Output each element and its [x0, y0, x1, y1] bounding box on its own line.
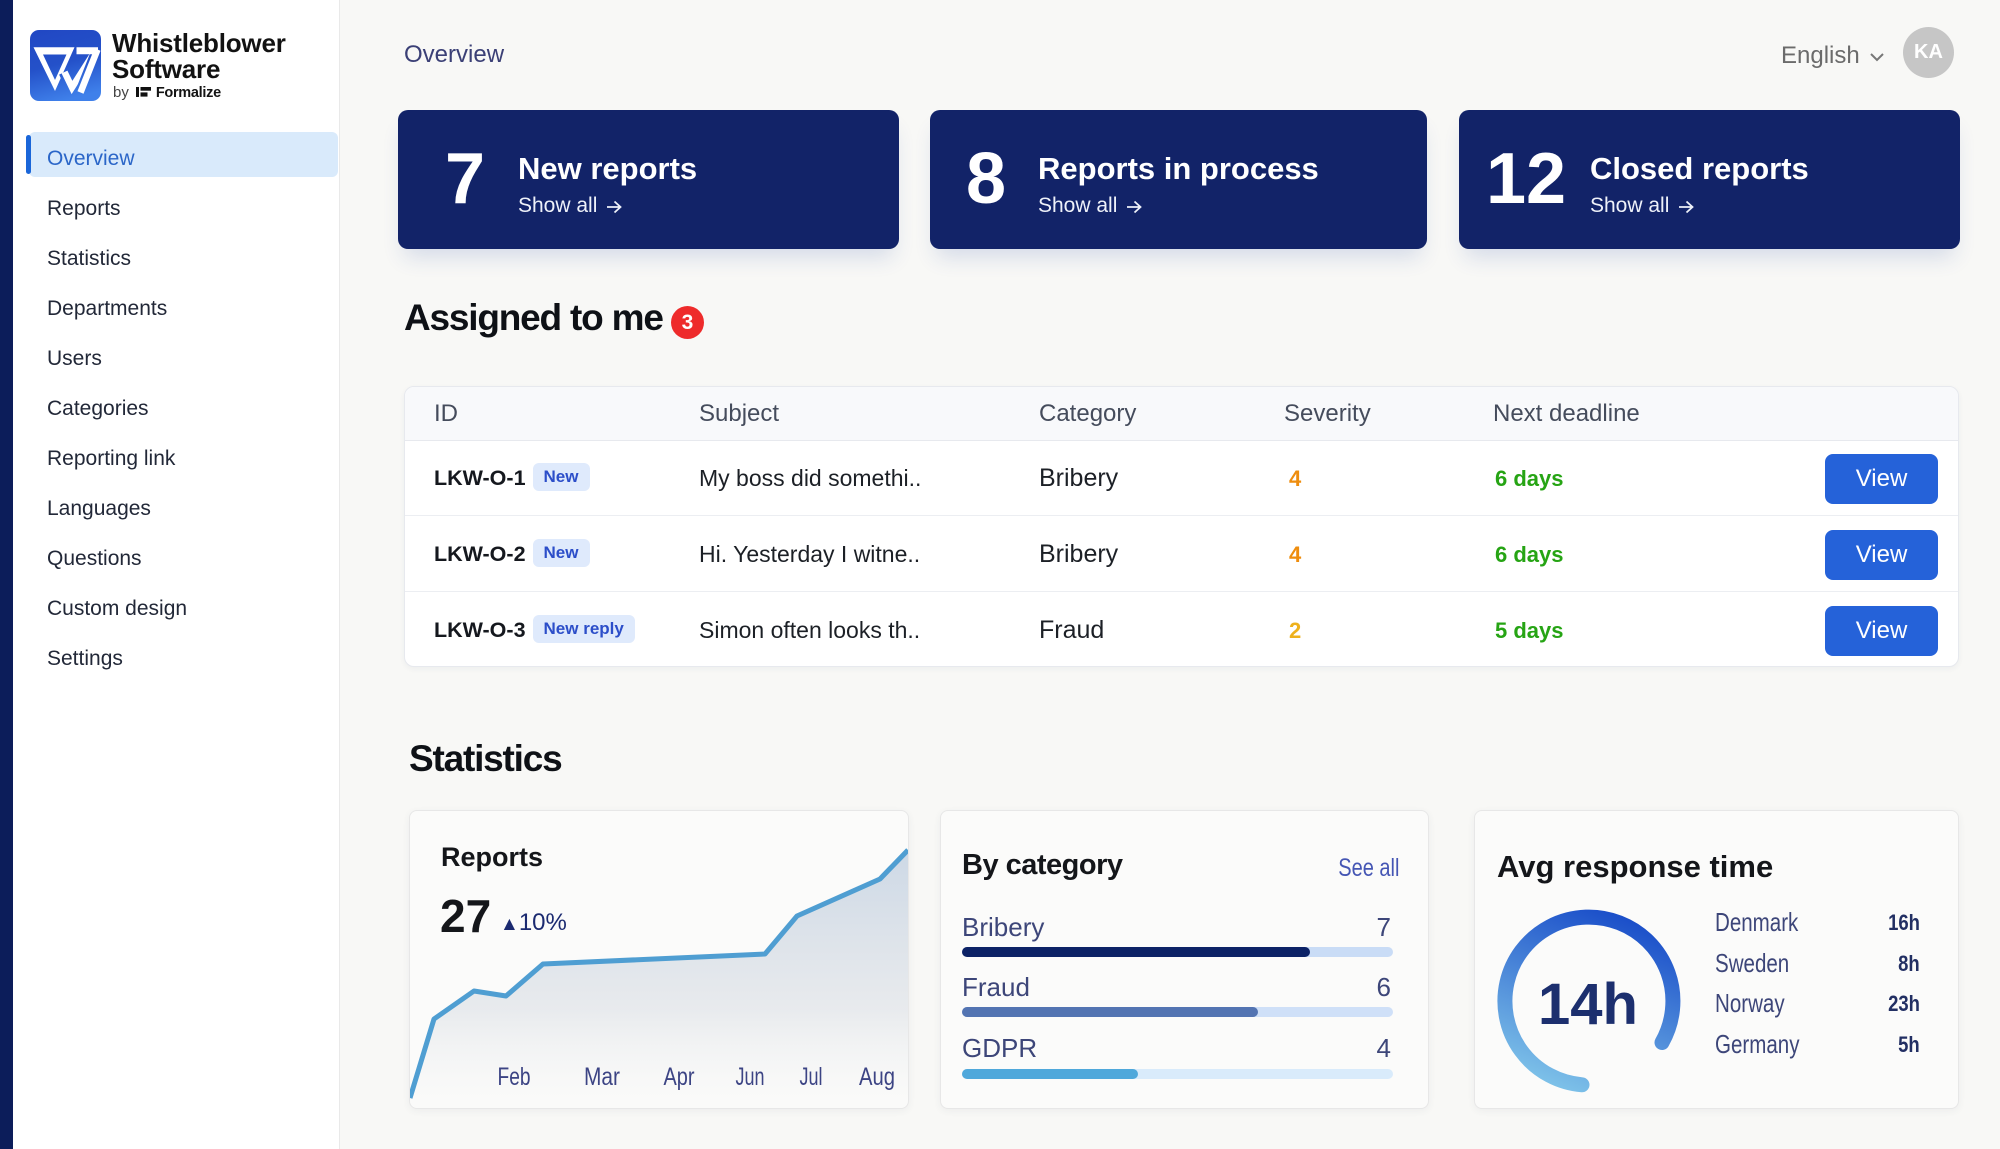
svg-text:Mar: Mar [584, 1063, 620, 1091]
svg-text:Feb: Feb [498, 1063, 531, 1091]
svg-text:Jun: Jun [736, 1063, 765, 1091]
svg-text:Jul: Jul [800, 1063, 823, 1091]
svg-text:Aug: Aug [859, 1063, 895, 1091]
svg-text:Apr: Apr [664, 1063, 695, 1091]
